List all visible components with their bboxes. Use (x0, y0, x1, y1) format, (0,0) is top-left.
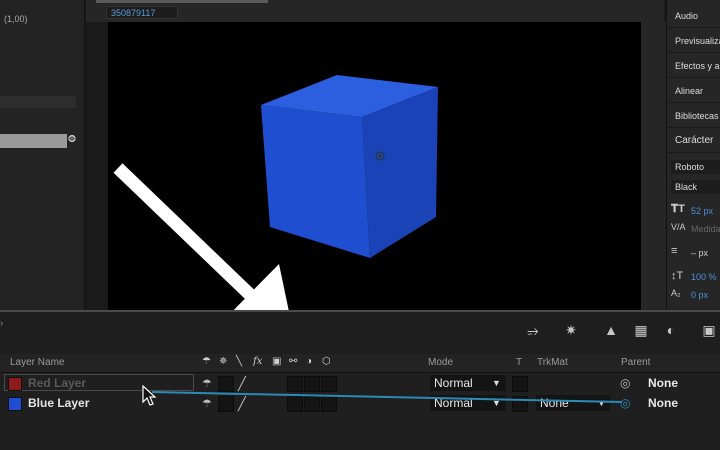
leading-value[interactable]: – px (691, 248, 708, 258)
panel-libraries[interactable]: Bibliotecas (667, 104, 720, 128)
collapse-switch-icon: ✵ (219, 356, 228, 367)
motion-blur-icon[interactable]: ◐ (660, 320, 682, 340)
project-panel (0, 0, 85, 310)
kerning-value[interactable]: Medidas (691, 224, 720, 234)
timecode-display[interactable]: 350879117 (106, 6, 178, 19)
panel-effects[interactable]: Efectos y a (667, 54, 720, 78)
vertical-scale-value[interactable]: 100 % (691, 272, 717, 282)
font-size-icon: 𝐓T (671, 203, 685, 215)
pickwhip-line (151, 391, 623, 403)
panel-character[interactable]: Carácter (667, 129, 720, 153)
shy-layers-icon[interactable]: ▲ (600, 320, 622, 340)
coords-text: (1,00) (4, 14, 28, 24)
project-search-bar[interactable] (0, 96, 76, 108)
draft-3d-icon[interactable]: ✷ (560, 320, 582, 340)
right-panel: Audio Previsualiza Efectos y a Alinear B… (666, 0, 720, 310)
kerning-icon: V/A (671, 222, 686, 232)
chevron-right-icon[interactable]: › (0, 318, 3, 329)
frame-blending-icon[interactable]: ▦ (630, 320, 652, 340)
comp-flowchart-icon[interactable]: ⭌ (522, 320, 544, 340)
viewer-tab-indicator (96, 0, 268, 3)
header-mode[interactable]: Mode (428, 357, 453, 368)
frame-blend-switch-icon: ▣ (272, 356, 282, 367)
quality-switch-icon: ╲ (236, 356, 243, 367)
fx-switch-icon: fx (253, 356, 263, 367)
vertical-scale-icon: ↕T (671, 270, 684, 282)
header-t[interactable]: T (516, 357, 522, 368)
header-parent[interactable]: Parent (621, 357, 650, 368)
font-style-select[interactable]: Black (671, 180, 720, 194)
panel-audio[interactable]: Audio (667, 4, 720, 28)
shy-switch-icon: ☂ (202, 356, 211, 367)
timeline-empty-area[interactable] (0, 412, 720, 450)
motion-blur-switch-icon: ⚯ (289, 356, 298, 367)
viewer-scroll-strip (641, 22, 666, 310)
hierarchy-icon[interactable]: ⨷ (68, 134, 76, 145)
font-size-value[interactable]: 52 px (691, 206, 713, 216)
mouse-cursor-icon (142, 385, 157, 406)
header-trkmat[interactable]: TrkMat (537, 357, 568, 368)
baseline-shift-value[interactable]: 0 px (691, 290, 708, 300)
adjustment-switch-icon: ◑ (306, 356, 313, 367)
panel-preview[interactable]: Previsualiza (667, 29, 720, 53)
graph-editor-icon[interactable]: ▣ (698, 320, 720, 340)
3d-layer-switch-icon: ⬡ (322, 356, 331, 367)
project-selected-item[interactable] (0, 134, 67, 148)
font-family-select[interactable]: Roboto (671, 160, 720, 174)
leading-icon: ≡ (671, 245, 678, 257)
panel-align[interactable]: Alinear (667, 79, 720, 103)
baseline-shift-icon: A₂ (671, 288, 681, 298)
header-layer-name[interactable]: Layer Name (10, 357, 64, 368)
timeline-header-row (0, 354, 720, 373)
